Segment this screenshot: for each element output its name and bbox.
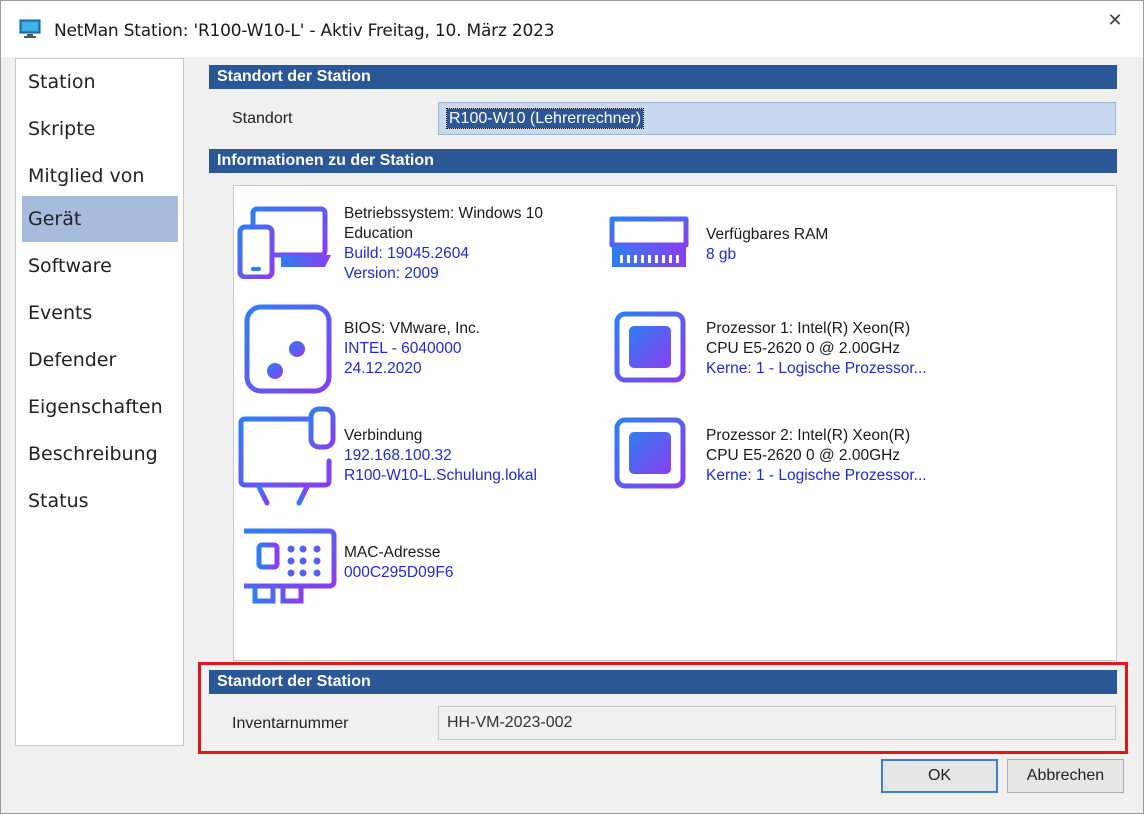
close-button[interactable]: ✕ (1097, 7, 1133, 33)
os-line1: Betriebssystem: Windows 10 (344, 205, 543, 222)
os-line2: Education (344, 225, 413, 242)
ram-value: 8 gb (706, 246, 737, 263)
location-input-value: R100-W10 (Lehrerrechner) (445, 108, 645, 129)
sidebar-item-beschreibung[interactable]: Beschreibung (22, 431, 178, 477)
red-highlight-frame (198, 662, 1128, 754)
cpu1-title: Prozessor 1: Intel(R) Xeon(R) (706, 320, 911, 337)
bios-title: BIOS: VMware, Inc. (344, 320, 481, 337)
network-card-icon (241, 518, 337, 606)
ok-button[interactable]: OK (881, 759, 998, 793)
mac-title: MAC-Adresse (344, 544, 441, 561)
network-title: Verbindung (344, 427, 423, 444)
monitor-app-icon (19, 19, 41, 38)
network-ip: 192.168.100.32 (344, 447, 452, 464)
location-section-header: Standort der Station (209, 65, 1117, 89)
sidebar-item-station[interactable]: Station (22, 59, 178, 105)
ram-info: Verfügbares RAM 8 gb (706, 225, 828, 265)
cpu2-line3: Kerne: 1 - Logische Prozessor... (706, 467, 927, 484)
sidebar-item-mitglied-von[interactable]: Mitglied von (22, 153, 178, 199)
cancel-button[interactable]: Abbrechen (1007, 759, 1124, 793)
ram-title: Verfügbares RAM (706, 226, 829, 243)
laptop-phone-icon (237, 206, 331, 279)
info-section-header: Informationen zu der Station (209, 149, 1117, 173)
sidebar-item-skripte[interactable]: Skripte (22, 106, 178, 152)
sidebar-nav: Station Skripte Mitglied von Gerät Softw… (15, 58, 184, 746)
cpu2-info: Prozessor 2: Intel(R) Xeon(R) CPU E5-262… (706, 426, 927, 486)
monitor-cable-icon (238, 406, 336, 506)
location-input[interactable]: R100-W10 (Lehrerrechner) (438, 102, 1116, 135)
sidebar-item-eigenschaften[interactable]: Eigenschaften (22, 384, 178, 430)
os-version: Version: 2009 (344, 265, 439, 282)
bios-line2: INTEL - 6040000 (344, 340, 462, 357)
bios-line3: 24.12.2020 (344, 360, 422, 377)
cpu1-info: Prozessor 1: Intel(R) Xeon(R) CPU E5-262… (706, 319, 927, 379)
ram-icon (609, 216, 689, 267)
cpu2-title: Prozessor 2: Intel(R) Xeon(R) (706, 427, 911, 444)
os-info: Betriebssystem: Windows 10 Education Bui… (344, 204, 543, 284)
title-bar: NetMan Station: 'R100-W10-L' - Aktiv Fre… (1, 1, 1143, 57)
mac-value: 000C295D09F6 (344, 564, 454, 581)
sidebar-item-defender[interactable]: Defender (22, 337, 178, 383)
os-build: Build: 19045.2604 (344, 245, 469, 262)
cpu-icon (600, 404, 700, 502)
network-info: Verbindung 192.168.100.32 R100-W10-L.Sch… (344, 426, 537, 486)
sidebar-item-events[interactable]: Events (22, 290, 178, 336)
cpu-icon (600, 298, 700, 396)
dialog-window: NetMan Station: 'R100-W10-L' - Aktiv Fre… (0, 0, 1144, 814)
cpu1-line3: Kerne: 1 - Logische Prozessor... (706, 360, 927, 377)
cpu1-line2: CPU E5-2620 0 @ 2.00GHz (706, 340, 901, 357)
mac-info: MAC-Adresse 000C295D09F6 (344, 543, 453, 583)
location-label: Standort (232, 110, 293, 127)
bios-info: BIOS: VMware, Inc. INTEL - 6040000 24.12… (344, 319, 480, 379)
cpu2-line2: CPU E5-2620 0 @ 2.00GHz (706, 447, 901, 464)
sidebar-item-software[interactable]: Software (22, 243, 178, 289)
sidebar-item-status[interactable]: Status (22, 478, 178, 524)
sidebar-item-geraet[interactable]: Gerät (22, 196, 178, 242)
network-host: R100-W10-L.Schulung.lokal (344, 467, 537, 484)
sliders-window-icon (244, 304, 332, 394)
window-title: NetMan Station: 'R100-W10-L' - Aktiv Fre… (54, 21, 555, 41)
